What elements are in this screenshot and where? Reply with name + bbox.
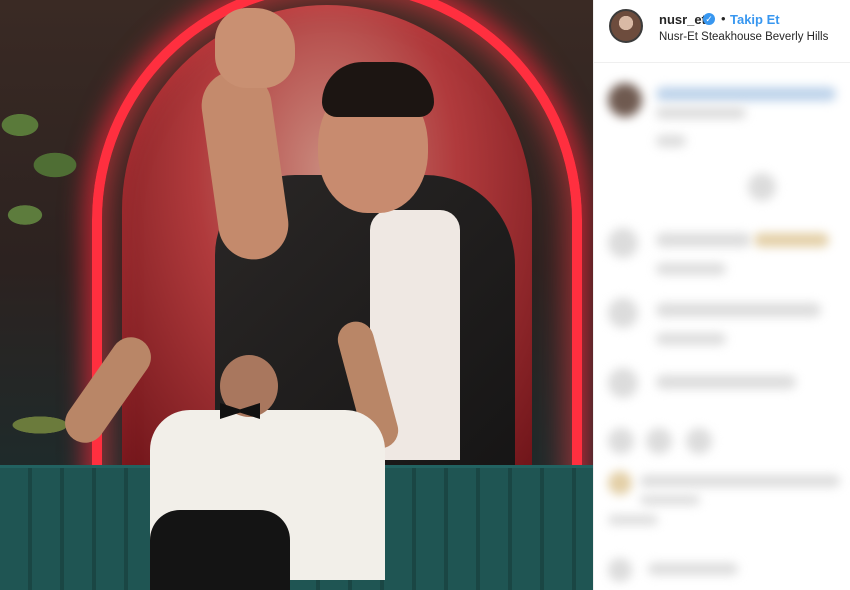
blurred-text [640, 475, 840, 487]
blurred-icon [748, 173, 776, 201]
follow-button[interactable]: Takip Et [730, 12, 780, 27]
blurred-text [656, 107, 746, 119]
blurred-avatar [608, 228, 638, 258]
blurred-text [656, 333, 726, 345]
portrait-hair [322, 62, 434, 117]
blurred-avatar [608, 298, 638, 328]
separator-dot: • [721, 11, 726, 26]
blurred-icon [608, 428, 634, 454]
blurred-text [656, 87, 836, 101]
blurred-avatar [608, 83, 642, 117]
verified-badge-icon: ✓ [703, 13, 715, 25]
blurred-text [656, 233, 751, 247]
portrait-hand [215, 8, 295, 88]
blurred-icon [608, 558, 632, 582]
man-pants [150, 510, 290, 590]
blurred-avatar [608, 368, 638, 398]
username-link[interactable]: nusr_et [659, 12, 706, 27]
blurred-text [648, 563, 738, 575]
blurred-comments [594, 63, 850, 590]
post-side-panel: nusr_et ✓ • Takip Et Nusr-Et Steakhouse … [593, 0, 850, 590]
blurred-text [608, 515, 658, 525]
post-header: nusr_et ✓ • Takip Et Nusr-Et Steakhouse … [594, 0, 850, 63]
blurred-text [754, 233, 829, 247]
blurred-text [656, 135, 686, 147]
blurred-text [656, 303, 821, 317]
post-image[interactable] [0, 0, 593, 590]
blurred-avatar [608, 471, 632, 495]
blurred-icon [686, 428, 712, 454]
blurred-text [640, 495, 700, 505]
location-link[interactable]: Nusr-Et Steakhouse Beverly Hills [659, 31, 828, 43]
blurred-icon [646, 428, 672, 454]
profile-avatar[interactable] [609, 9, 643, 43]
blurred-text [656, 263, 726, 275]
blurred-text [656, 375, 796, 389]
